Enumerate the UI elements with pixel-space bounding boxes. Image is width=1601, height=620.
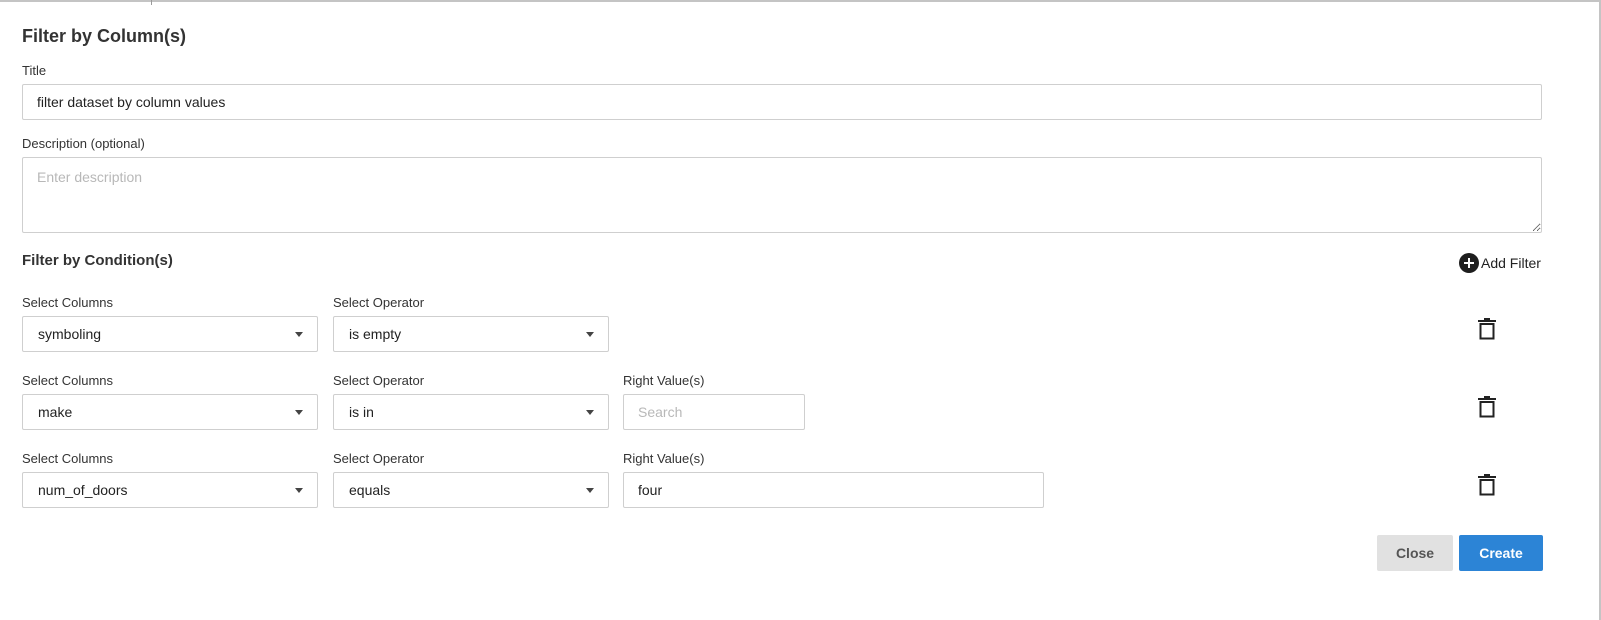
select-columns-label: Select Columns bbox=[22, 373, 114, 388]
select-operator-label: Select Operator bbox=[333, 451, 425, 466]
operator-select-value: is empty bbox=[349, 326, 402, 342]
right-values-label: Right Value(s) bbox=[623, 451, 705, 466]
description-label: Description (optional) bbox=[22, 136, 145, 151]
caret-down-icon bbox=[586, 488, 594, 493]
description-textarea[interactable] bbox=[22, 157, 1542, 233]
plus-circle-icon bbox=[1459, 253, 1479, 273]
operator-select[interactable]: equals bbox=[333, 472, 609, 508]
select-columns-label: Select Columns bbox=[22, 451, 114, 466]
select-columns-label: Select Columns bbox=[22, 295, 114, 310]
border-tick bbox=[151, 0, 152, 5]
column-select[interactable]: num_of_doors bbox=[22, 472, 318, 508]
column-select[interactable]: symboling bbox=[22, 316, 318, 352]
title-input[interactable] bbox=[22, 84, 1542, 120]
top-border bbox=[0, 0, 1601, 2]
caret-down-icon bbox=[295, 410, 303, 415]
right-values-label: Right Value(s) bbox=[623, 373, 705, 388]
create-button[interactable]: Create bbox=[1459, 535, 1543, 571]
column-select[interactable]: make bbox=[22, 394, 318, 430]
column-select-value: num_of_doors bbox=[38, 482, 128, 498]
select-operator-label: Select Operator bbox=[333, 295, 425, 310]
column-select-value: make bbox=[38, 404, 73, 420]
close-button[interactable]: Close bbox=[1377, 535, 1453, 571]
conditions-title: Filter by Condition(s) bbox=[22, 252, 173, 269]
right-values-input[interactable] bbox=[623, 472, 1044, 508]
caret-down-icon bbox=[295, 488, 303, 493]
trash-icon[interactable] bbox=[1478, 474, 1496, 496]
title-label: Title bbox=[22, 63, 47, 78]
operator-select-value: is in bbox=[349, 404, 374, 420]
right-values-search-input[interactable] bbox=[623, 394, 805, 430]
operator-select-value: equals bbox=[349, 482, 391, 498]
dialog-title: Filter by Column(s) bbox=[22, 26, 187, 46]
add-filter-button[interactable]: Add Filter bbox=[1459, 253, 1541, 273]
caret-down-icon bbox=[586, 332, 594, 337]
operator-select[interactable]: is empty bbox=[333, 316, 609, 352]
add-filter-label: Add Filter bbox=[1481, 255, 1541, 271]
caret-down-icon bbox=[295, 332, 303, 337]
trash-icon[interactable] bbox=[1478, 396, 1496, 418]
caret-down-icon bbox=[586, 410, 594, 415]
column-select-value: symboling bbox=[38, 326, 102, 342]
operator-select[interactable]: is in bbox=[333, 394, 609, 430]
trash-icon[interactable] bbox=[1478, 318, 1496, 340]
select-operator-label: Select Operator bbox=[333, 373, 425, 388]
